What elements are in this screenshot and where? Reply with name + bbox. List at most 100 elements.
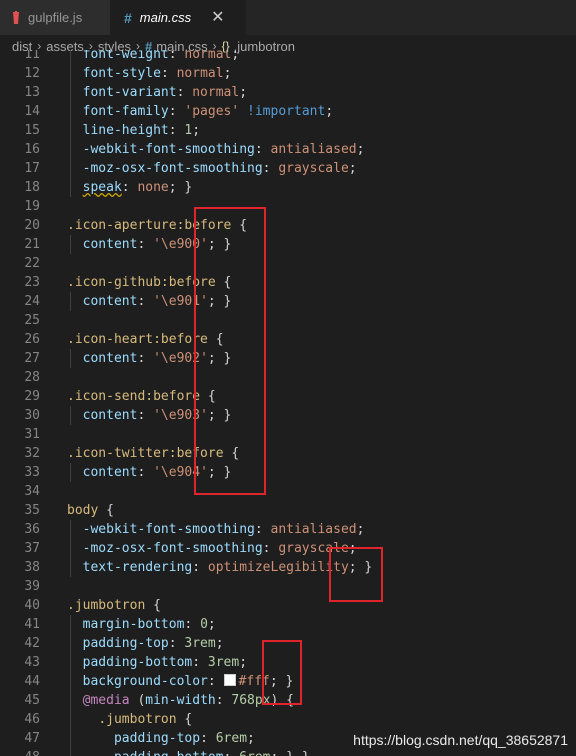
code-token: :	[224, 750, 240, 756]
code-token: :	[200, 731, 216, 746]
code-token: font-variant	[82, 85, 177, 100]
code-token: none	[137, 180, 169, 195]
indent-guide	[70, 140, 71, 159]
line-number: 48	[0, 748, 40, 756]
code-line[interactable]: 22	[0, 254, 576, 273]
code-token: ;	[192, 123, 201, 138]
line-number: 30	[24, 408, 40, 423]
code-token: normal	[184, 50, 232, 62]
code-token: :	[137, 351, 154, 366]
line-number: 13	[24, 85, 40, 100]
line-number: 24	[24, 294, 40, 309]
code-line[interactable]: 26 .icon-heart:before {	[0, 330, 576, 349]
line-number: 32	[24, 446, 40, 461]
line-number: 36	[24, 522, 40, 537]
code-token: {	[176, 712, 193, 727]
code-token: -webkit-font-smoothing	[82, 142, 255, 157]
code-line[interactable]: 46 .jumbotron {	[0, 710, 576, 729]
code-text: line-height: 1;	[67, 121, 200, 140]
line-number: 42	[24, 636, 40, 651]
tab-label: main.css	[139, 10, 192, 25]
code-token: :	[168, 123, 185, 138]
code-line[interactable]: 36 -webkit-font-smoothing: antialiased;	[0, 520, 576, 539]
line-number: 47	[24, 731, 40, 746]
tab-bar: gulpfile.js # main.css ✕	[0, 0, 576, 35]
code-line[interactable]: 30 content: '\e903'; }	[0, 406, 576, 425]
code-line[interactable]: 16 -webkit-font-smoothing: antialiased;	[0, 140, 576, 159]
highlight-box	[262, 640, 302, 705]
line-number: 18	[24, 180, 40, 195]
code-line[interactable]: 19	[0, 197, 576, 216]
code-line[interactable]: 31	[0, 425, 576, 444]
code-token: grayscale	[278, 161, 349, 176]
code-line[interactable]: 21 content: '\e900'; }	[0, 235, 576, 254]
hash-icon: #	[124, 9, 132, 26]
color-swatch[interactable]	[223, 674, 236, 686]
code-token: :	[262, 161, 279, 176]
code-token: -moz-osx-font-smoothing	[82, 161, 263, 176]
indent-guide	[70, 102, 71, 121]
code-token: optimizeLegibility	[207, 560, 349, 575]
code-line[interactable]: 14 font-family: 'pages' !important;	[0, 102, 576, 121]
code-token: .jumbotron	[98, 712, 177, 727]
code-line[interactable]: 25	[0, 311, 576, 330]
tab-main-css[interactable]: # main.css ✕	[110, 0, 246, 35]
line-number: 34	[24, 484, 40, 499]
code-token: :	[168, 104, 185, 119]
code-line[interactable]: 28	[0, 368, 576, 387]
code-token: ;	[348, 161, 357, 176]
code-line[interactable]: 11 font-weight: normal;	[0, 50, 576, 64]
code-token: .icon-heart:before	[67, 332, 208, 347]
close-icon[interactable]: ✕	[211, 9, 224, 26]
code-line[interactable]: 20 .icon-aperture:before {	[0, 216, 576, 235]
code-token: :	[137, 465, 154, 480]
indent-guide	[70, 406, 71, 425]
indent-guide	[70, 634, 71, 653]
code-token: content	[82, 237, 138, 252]
code-line[interactable]: 12 font-style: normal;	[0, 64, 576, 83]
indent-guide	[70, 691, 71, 710]
code-line[interactable]: 27 content: '\e902'; }	[0, 349, 576, 368]
code-line[interactable]: 48 padding-bottom: 6rem; } }	[0, 748, 576, 756]
code-token: 'pages'	[184, 104, 240, 119]
code-line[interactable]: 18 speak: none; }	[0, 178, 576, 197]
indent-guide	[70, 653, 71, 672]
indent-guide	[70, 292, 71, 311]
code-token: padding-bottom	[82, 655, 193, 670]
code-line[interactable]: 38 text-rendering: optimizeLegibility; }	[0, 558, 576, 577]
indent-guide	[70, 672, 71, 691]
line-number: 21	[24, 237, 40, 252]
tab-gulpfile[interactable]: gulpfile.js	[0, 0, 110, 35]
code-line[interactable]: 35 body {	[0, 501, 576, 520]
code-line[interactable]: 29 .icon-send:before {	[0, 387, 576, 406]
code-token: :	[160, 66, 177, 81]
code-line[interactable]: 24 content: '\e901'; }	[0, 292, 576, 311]
code-token: normal	[192, 85, 240, 100]
code-line[interactable]: 15 line-height: 1;	[0, 121, 576, 140]
code-token: line-height	[82, 123, 169, 138]
indent-guide	[70, 64, 71, 83]
code-text: font-weight: normal;	[67, 50, 240, 64]
code-line[interactable]: 37 -moz-osx-font-smoothing: grayscale;	[0, 539, 576, 558]
indent-guide	[70, 615, 71, 634]
tab-label: gulpfile.js	[28, 10, 83, 25]
code-line[interactable]: 41 margin-bottom: 0;	[0, 615, 576, 634]
code-line[interactable]: 13 font-variant: normal;	[0, 83, 576, 102]
code-token: :	[215, 693, 232, 708]
code-line[interactable]: 17 -moz-osx-font-smoothing: grayscale;	[0, 159, 576, 178]
code-line[interactable]: 34	[0, 482, 576, 501]
code-line[interactable]: 39	[0, 577, 576, 596]
code-text: margin-bottom: 0;	[67, 615, 216, 634]
code-line[interactable]: 23 .icon-github:before {	[0, 273, 576, 292]
code-line[interactable]: 32 .icon-twitter:before {	[0, 444, 576, 463]
code-line[interactable]: 33 content: '\e904'; }	[0, 463, 576, 482]
line-number: 22	[24, 256, 40, 271]
code-line[interactable]: 40 .jumbotron {	[0, 596, 576, 615]
line-number: 29	[24, 389, 40, 404]
watermark: https://blog.csdn.net/qq_38652871	[353, 732, 568, 748]
code-token: :	[192, 560, 208, 575]
code-text: -webkit-font-smoothing: antialiased;	[67, 520, 365, 539]
line-number: 27	[24, 351, 40, 366]
code-token: content	[82, 294, 138, 309]
